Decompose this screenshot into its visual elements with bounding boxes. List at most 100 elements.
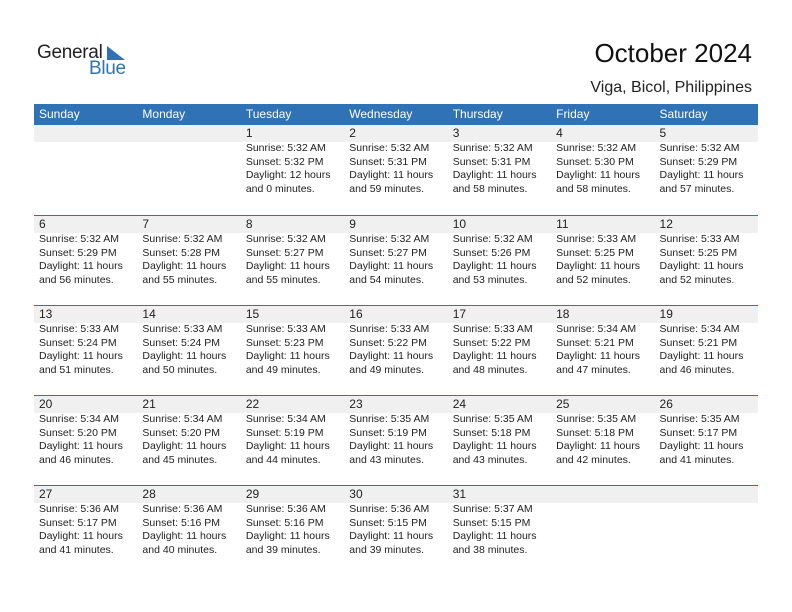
daylight-minutes-text: and 57 minutes. <box>659 182 735 195</box>
daylight-text: Daylight: 11 hours <box>39 440 123 453</box>
sun-info: Sunrise: 5:36 AM Sunset: 5:17 PM Daylight:… <box>34 503 137 557</box>
sunrise-text: Sunrise: 5:33 AM <box>39 323 119 335</box>
page-title: October 2024 <box>594 38 752 68</box>
daylight-text: Daylight: 11 hours <box>245 350 330 363</box>
sun-info: Sunrise: 5:32 AM Sunset: 5:27 PM Daylight:… <box>241 233 344 287</box>
sunrise-text: Sunrise: 5:33 AM <box>245 323 326 335</box>
weekday-header-row: Sunday Monday Tuesday Wednesday Thursday Frid… <box>34 104 758 125</box>
day-number: 13 <box>34 306 138 323</box>
daylight-text: Daylight: 11 hours <box>556 169 640 182</box>
day-number <box>34 125 138 142</box>
sun-info: Sunrise: 5:32 AM Sunset: 5:30 PM Daylight:… <box>551 142 654 196</box>
sun-info: Sunrise: 5:36 AM Sunset: 5:16 PM Daylight:… <box>241 503 344 557</box>
day-number: 19 <box>654 306 758 323</box>
sun-info: Sunrise: 5:32 AM Sunset: 5:31 PM Daylight:… <box>448 142 551 196</box>
daylight-minutes-text: and 59 minutes. <box>349 182 424 195</box>
sunrise-text: Sunrise: 5:32 AM <box>452 233 533 245</box>
day-number: 7 <box>137 216 241 233</box>
sunset-text: Sunset: 5:21 PM <box>556 336 634 349</box>
day-number: 12 <box>654 216 758 233</box>
daylight-text: Daylight: 11 hours <box>39 260 123 273</box>
sunset-text: Sunset: 5:20 PM <box>39 426 117 439</box>
day-number: 18 <box>551 306 655 323</box>
logo: General Blue <box>37 42 137 82</box>
day-number <box>137 125 241 142</box>
sunrise-text: Sunrise: 5:32 AM <box>659 142 740 154</box>
sun-info: Sunrise: 5:35 AM Sunset: 5:17 PM Daylight:… <box>655 413 758 467</box>
location-subtitle: Viga, Bicol, Philippines <box>590 79 752 96</box>
day-number: 6 <box>34 216 138 233</box>
daylight-text: Daylight: 11 hours <box>556 260 640 273</box>
daylight-text: Daylight: 12 hours <box>245 169 331 182</box>
day-number: 20 <box>34 396 138 413</box>
day-number: 30 <box>344 486 448 503</box>
daylight-minutes-text: and 52 minutes. <box>556 273 631 286</box>
day-cell: 25 Sunrise: 5:35 AM Sunset: 5:18 PM Dayligh… <box>551 396 655 485</box>
weekday-header-friday: Friday <box>556 107 590 121</box>
day-number: 23 <box>344 396 448 413</box>
sunset-text: Sunset: 5:28 PM <box>142 246 221 259</box>
sun-info: Sunrise: 5:35 AM Sunset: 5:18 PM Daylight:… <box>551 413 654 467</box>
sunset-text: Sunset: 5:31 PM <box>349 155 427 168</box>
sunrise-text: Sunrise: 5:35 AM <box>349 413 430 425</box>
daylight-text: Daylight: 11 hours <box>452 260 537 273</box>
sun-info: Sunrise: 5:32 AM Sunset: 5:27 PM Daylight:… <box>344 233 447 287</box>
daylight-text: Daylight: 11 hours <box>245 440 330 453</box>
day-number: 22 <box>240 396 345 413</box>
sunset-text: Sunset: 5:30 PM <box>556 155 634 168</box>
sunrise-text: Sunrise: 5:36 AM <box>39 503 119 515</box>
daylight-text: Daylight: 11 hours <box>452 440 537 453</box>
day-cell: 5 Sunrise: 5:32 AM Sunset: 5:29 PM Daylight… <box>654 125 758 215</box>
weekday-header-thursday: Thursday <box>452 107 503 121</box>
daylight-text: Daylight: 11 hours <box>556 440 640 453</box>
logo-text-blue: Blue <box>89 58 126 79</box>
daylight-text: Daylight: 11 hours <box>452 530 537 543</box>
sunset-text: Sunset: 5:25 PM <box>556 246 634 259</box>
sun-info: Sunrise: 5:32 AM Sunset: 5:26 PM Daylight:… <box>448 233 551 287</box>
daylight-text: Daylight: 11 hours <box>659 440 744 453</box>
day-number: 8 <box>240 216 345 233</box>
daylight-text: Daylight: 11 hours <box>556 350 640 363</box>
week-row: 27 Sunrise: 5:36 AM Sunset: 5:17 PM Dayligh… <box>34 485 758 575</box>
sun-info: Sunrise: 5:32 AM Sunset: 5:31 PM Daylight:… <box>344 142 447 196</box>
day-number: 27 <box>34 486 138 503</box>
sunrise-text: Sunrise: 5:34 AM <box>39 413 119 425</box>
daylight-minutes-text: and 46 minutes. <box>659 363 735 376</box>
day-cell: 31 Sunrise: 5:37 AM Sunset: 5:15 PM Dayligh… <box>447 486 552 575</box>
day-number: 28 <box>137 486 241 503</box>
daylight-text: Daylight: 11 hours <box>349 440 434 453</box>
day-number: 11 <box>551 216 655 233</box>
sun-info: Sunrise: 5:37 AM Sunset: 5:15 PM Daylight:… <box>448 503 551 557</box>
daylight-text: Daylight: 11 hours <box>39 530 123 543</box>
sunrise-text: Sunrise: 5:34 AM <box>245 413 326 425</box>
daylight-minutes-text: and 51 minutes. <box>39 363 114 376</box>
day-number: 3 <box>447 125 552 142</box>
sunset-text: Sunset: 5:19 PM <box>245 426 324 439</box>
daylight-minutes-text: and 54 minutes. <box>349 273 424 286</box>
weekday-header-sunday: Sunday <box>39 107 80 121</box>
day-cell: 21 Sunrise: 5:34 AM Sunset: 5:20 PM Dayligh… <box>137 396 241 485</box>
empty-day-cell <box>654 486 758 575</box>
day-cell: 6 Sunrise: 5:32 AM Sunset: 5:29 PM Daylight… <box>34 216 138 305</box>
day-cell: 8 Sunrise: 5:32 AM Sunset: 5:27 PM Daylight… <box>240 216 345 305</box>
sunrise-text: Sunrise: 5:33 AM <box>556 233 637 245</box>
sunrise-text: Sunrise: 5:33 AM <box>452 323 533 335</box>
empty-day-cell <box>137 125 241 215</box>
daylight-minutes-text: and 58 minutes. <box>452 182 528 195</box>
daylight-minutes-text: and 55 minutes. <box>245 273 321 286</box>
sunset-text: Sunset: 5:16 PM <box>245 516 324 529</box>
day-cell: 13 Sunrise: 5:33 AM Sunset: 5:24 PM Dayligh… <box>34 306 138 395</box>
sunrise-text: Sunrise: 5:34 AM <box>556 323 637 335</box>
daylight-minutes-text: and 44 minutes. <box>245 453 321 466</box>
weekday-header-wednesday: Wednesday <box>349 107 413 121</box>
day-number: 15 <box>240 306 345 323</box>
day-number: 5 <box>654 125 758 142</box>
daylight-minutes-text: and 0 minutes. <box>245 182 315 195</box>
daylight-text: Daylight: 11 hours <box>142 350 227 363</box>
day-cell: 29 Sunrise: 5:36 AM Sunset: 5:16 PM Dayligh… <box>240 486 345 575</box>
daylight-minutes-text: and 47 minutes. <box>556 363 631 376</box>
sunset-text: Sunset: 5:29 PM <box>39 246 117 259</box>
weekday-header-monday: Monday <box>142 107 186 121</box>
sunrise-text: Sunrise: 5:34 AM <box>142 413 223 425</box>
day-cell: 3 Sunrise: 5:32 AM Sunset: 5:31 PM Daylight… <box>447 125 552 215</box>
